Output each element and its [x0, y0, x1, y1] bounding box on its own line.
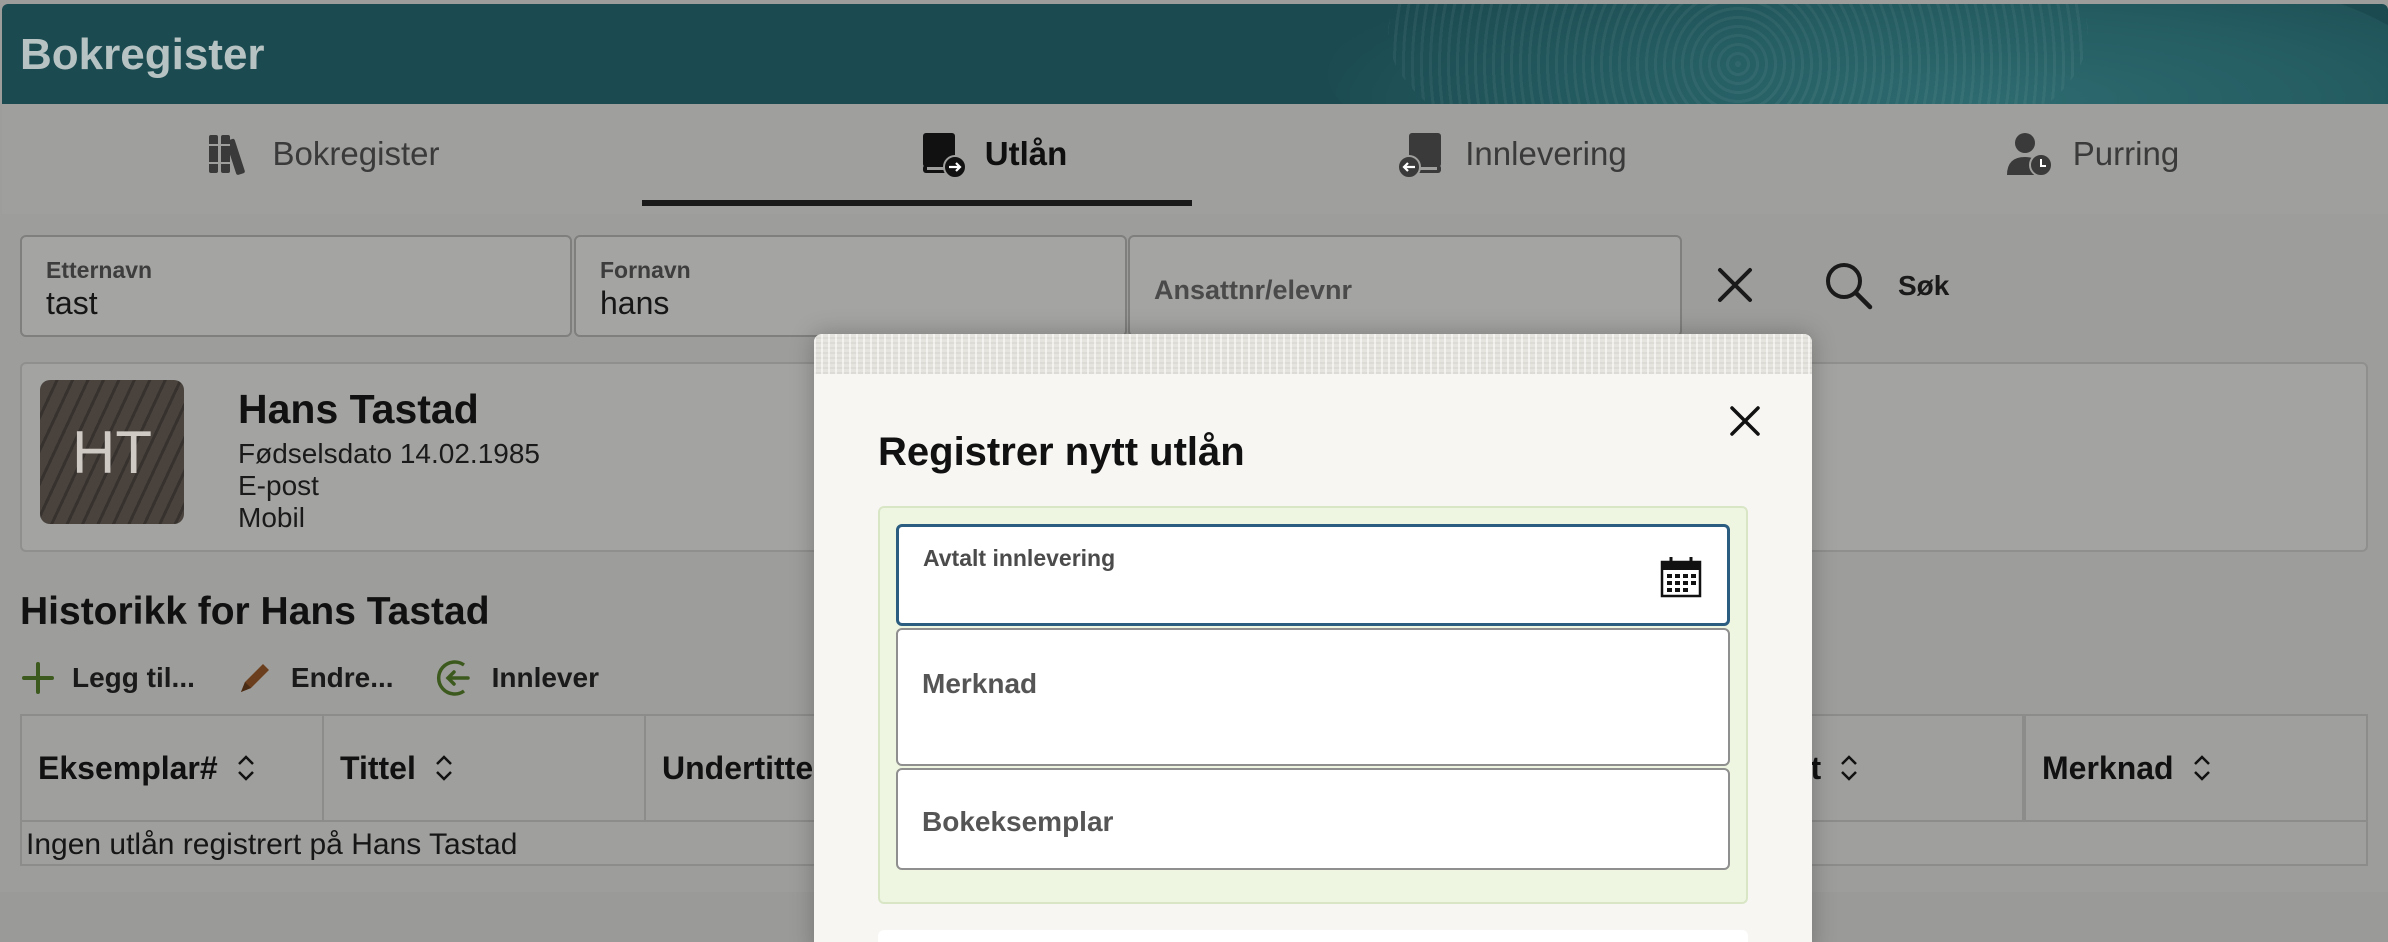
tab-utlan[interactable]: Utlån: [782, 104, 1202, 204]
book-loan-icon: [922, 133, 967, 179]
book-copy-field[interactable]: Bokeksemplar: [896, 768, 1730, 870]
tab-purring[interactable]: Purring: [1932, 104, 2252, 204]
sort-icon: [435, 755, 452, 781]
user-clock-icon: [2006, 133, 2053, 177]
column-label: Eksemplar#: [38, 749, 218, 786]
etternavn-field[interactable]: Etternavn tast: [20, 235, 572, 337]
button-label: Legg til...: [72, 662, 195, 693]
books-icon: [208, 135, 245, 175]
column-header-merknad[interactable]: Merknad: [2024, 716, 2366, 820]
history-toolbar: Legg til... Endre... Innlever: [20, 652, 599, 704]
book-return-icon: [1397, 133, 1442, 179]
search-button[interactable]: Søk: [1822, 256, 1949, 316]
edit-loan-button[interactable]: Endre...: [235, 658, 394, 698]
return-arrow-icon: [436, 660, 470, 696]
loan-form: Avtalt innlevering Merknad Bokeksemplar: [878, 506, 1748, 904]
clear-search-button[interactable]: [1712, 262, 1758, 308]
avatar: HT: [40, 380, 184, 524]
button-label: Endre...: [290, 662, 394, 693]
field-label: Merknad: [922, 668, 1038, 699]
column-header-eksemplar[interactable]: Eksemplar#: [22, 716, 324, 820]
main-nav: Bokregister Utlån Innlevering Purring: [2, 104, 2388, 214]
add-loan-button[interactable]: Legg til...: [20, 660, 195, 696]
tab-label: Bokregister: [272, 135, 440, 172]
sort-icon: [237, 755, 254, 781]
person-email: E-post: [238, 470, 319, 501]
person-mobile: Mobil: [238, 502, 305, 533]
column-label: Undertitte: [662, 749, 814, 786]
field-label: Avtalt innlevering: [923, 545, 1116, 571]
sort-icon: [2193, 755, 2210, 781]
history-title: Historikk for Hans Tastad: [20, 590, 490, 633]
tab-label: Innlevering: [1465, 135, 1627, 172]
column-header-tittel[interactable]: Tittel: [324, 716, 646, 820]
column-label: Tittel: [340, 749, 416, 786]
active-tab-indicator: [642, 200, 1192, 206]
return-loan-button[interactable]: Innlever: [434, 657, 599, 699]
field-value: hans: [600, 285, 670, 321]
column-label: Merknad: [2042, 749, 2174, 786]
field-placeholder: Ansattnr/elevnr: [1154, 275, 1353, 305]
column-header-partial[interactable]: rt: [1798, 716, 2024, 820]
dialog-title: Registrer nytt utlån: [878, 430, 1245, 474]
header-pattern: [1388, 4, 2088, 104]
search-label: Søk: [1898, 270, 1950, 301]
field-label: Bokeksemplar: [922, 806, 1114, 837]
search-icon: [1826, 263, 1873, 310]
app-header: Bokregister: [2, 4, 2388, 104]
fornavn-field[interactable]: Fornavn hans: [574, 235, 1127, 337]
sort-icon: [1841, 755, 1857, 781]
field-label: Fornavn: [600, 257, 691, 283]
ansattnr-field[interactable]: Ansattnr/elevnr: [1128, 235, 1682, 337]
tab-bokregister[interactable]: Bokregister: [162, 104, 482, 204]
tab-label: Purring: [2072, 135, 2180, 172]
new-loan-dialog: Registrer nytt utlån Avtalt innlevering …: [814, 334, 1812, 942]
tab-label: Utlån: [984, 135, 1068, 172]
dialog-decoration-strip: [814, 334, 1812, 374]
close-dialog-button[interactable]: [1726, 402, 1764, 440]
app-title: Bokregister: [20, 30, 265, 79]
person-name: Hans Tastad: [238, 386, 479, 432]
dialog-next-section: [878, 930, 1748, 942]
field-value: tast: [46, 285, 98, 321]
note-field[interactable]: Merknad: [896, 628, 1730, 766]
person-birthdate: Fødselsdato 14.02.1985: [238, 438, 540, 469]
calendar-icon[interactable]: [1659, 555, 1703, 599]
tab-innlevering[interactable]: Innlevering: [1352, 104, 1672, 204]
plus-icon: [22, 662, 54, 694]
button-label: Innlever: [491, 662, 599, 693]
empty-table-message: Ingen utlån registrert på Hans Tastad: [26, 828, 518, 861]
due-date-field[interactable]: Avtalt innlevering: [896, 524, 1730, 626]
pencil-icon: [240, 664, 269, 692]
field-label: Etternavn: [46, 257, 153, 283]
